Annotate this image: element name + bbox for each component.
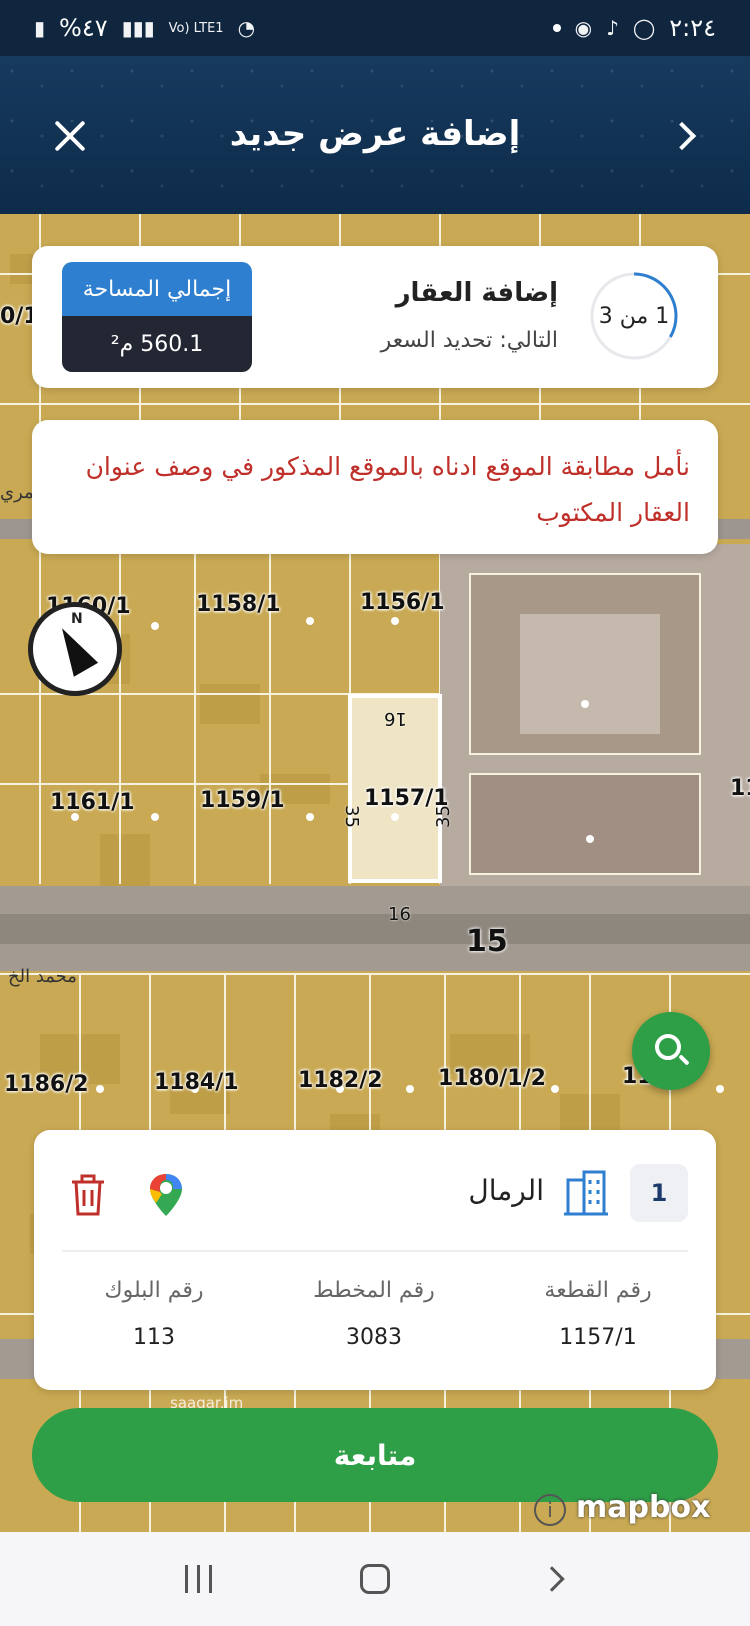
plot-number-label: رقم القطعة (544, 1278, 652, 1303)
plot-dimension: 16 (384, 708, 407, 729)
status-bar: ▮ %٤٧ ▮▮▮ Vo) LTE1 ◔ ◉ ♪ ◯ ٢:٢٤ (0, 0, 750, 56)
plan-number-value: 3083 (346, 1325, 402, 1350)
signal-icon: ▮▮▮ (121, 16, 155, 40)
plot-label: 1156/1 (360, 590, 445, 615)
plot-label: 1159/1 (200, 788, 285, 813)
whatsapp-icon: ◯ (632, 16, 656, 40)
mapbox-logo: mapbox (576, 1490, 711, 1525)
plot-label: 1180/1/2 (438, 1066, 546, 1091)
wifi-icon: ◔ (237, 16, 256, 40)
battery-level: %٤٧ (59, 14, 108, 42)
recent-apps-icon (184, 1565, 212, 1593)
page-title: إضافة عرض جديد (229, 114, 521, 154)
next-step-label: التالي: تحديد السعر (380, 328, 558, 353)
location-notice: نأمل مطابقة الموقع ادناه بالموقع المذكور… (32, 420, 718, 554)
search-button[interactable] (632, 1012, 710, 1090)
building-icon (564, 1170, 608, 1216)
back-button[interactable] (522, 1549, 582, 1609)
tiktok-icon: ♪ (606, 16, 619, 40)
compass-icon[interactable]: N (28, 602, 122, 696)
plot-label: 1161/1 (50, 790, 135, 815)
search-icon (655, 1034, 681, 1060)
area-label: إجمالي المساحة (62, 262, 252, 316)
plot-label: 11 (730, 776, 750, 801)
notification-dot (552, 24, 561, 32)
plot-dimension: 16 (388, 904, 411, 925)
recent-apps-button[interactable] (168, 1549, 228, 1609)
plot-label: 1182/2 (298, 1068, 383, 1093)
continue-button[interactable]: متابعة (32, 1408, 718, 1502)
plot-label: 1158/1 (196, 592, 281, 617)
trash-icon[interactable] (70, 1174, 106, 1216)
plot-number-value: 1157/1 (559, 1325, 637, 1350)
block-number-value: 113 (133, 1325, 175, 1350)
plot-number-column: رقم القطعة 1157/1 (508, 1278, 688, 1350)
app-icon: ◉ (574, 16, 593, 40)
app-header: إضافة عرض جديد (0, 56, 750, 214)
system-nav-bar (0, 1532, 750, 1626)
network-label: Vo) LTE1 (168, 20, 224, 36)
area-value: 560.1 م² (62, 316, 252, 372)
block-number-column: رقم البلوك 113 (64, 1278, 244, 1350)
street-name: مري (0, 482, 34, 503)
plot-dimension: 35 (340, 805, 362, 828)
battery-icon: ▮ (34, 16, 46, 40)
status-time: ٢:٢٤ (669, 14, 716, 42)
plot-dimension: 35 (432, 805, 454, 828)
street-width-label: 15 (466, 924, 508, 959)
progress-text: 1 من 3 (598, 303, 670, 329)
divider (62, 1250, 688, 1252)
property-index-badge: 1 (630, 1164, 688, 1222)
back-icon (538, 1566, 565, 1592)
chevron-right-icon[interactable] (666, 118, 702, 154)
property-info-card: 1 الرمال رقم القطعة 1157/1 رقم المخطط 30… (34, 1130, 716, 1390)
home-icon (359, 1564, 390, 1594)
district-name: الرمال (468, 1174, 544, 1207)
plot-label: 1186/2 (4, 1072, 89, 1097)
home-button[interactable] (345, 1549, 405, 1609)
info-icon[interactable]: i (534, 1494, 566, 1526)
block-number-label: رقم البلوك (104, 1278, 204, 1303)
plot-label: 1184/1 (154, 1070, 239, 1095)
step-title: إضافة العقار (395, 278, 558, 308)
plan-number-column: رقم المخطط 3083 (284, 1278, 464, 1350)
step-card: 1 من 3 إضافة العقار التالي: تحديد السعر … (32, 246, 718, 388)
google-maps-icon[interactable] (148, 1172, 184, 1218)
plan-number-label: رقم المخطط (313, 1278, 435, 1303)
street-name: محمد الخ (8, 966, 77, 987)
total-area-box: إجمالي المساحة 560.1 م² (62, 262, 252, 372)
